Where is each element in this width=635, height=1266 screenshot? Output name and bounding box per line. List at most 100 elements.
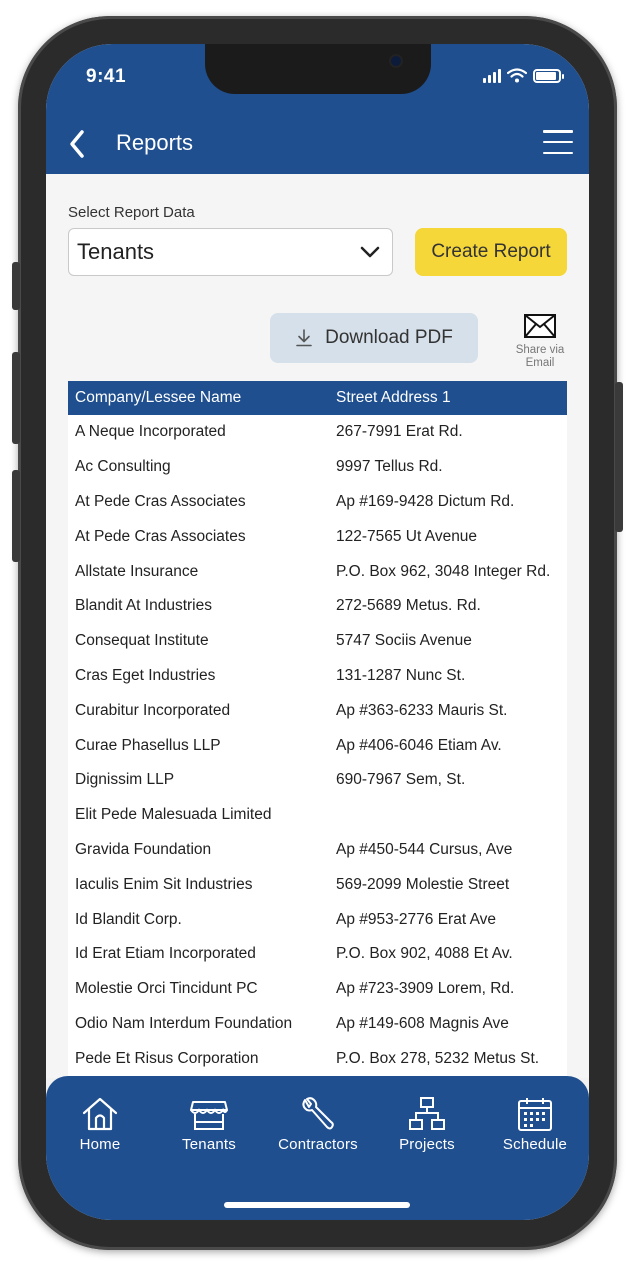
storefront-icon [190, 1101, 228, 1130]
cell-company: At Pede Cras Associates [75, 527, 246, 545]
table-row: Odio Nam Interdum Foundation Ap #149-608 … [68, 1007, 567, 1042]
cellular-signal-icon [483, 68, 501, 83]
tab-home-label: Home [79, 1136, 121, 1153]
tab-tenants-label: Tenants [182, 1136, 236, 1153]
cell-address: 272-5689 Metus. Rd. [336, 597, 481, 615]
share-label-line2: Email [525, 357, 555, 369]
cell-address: Ap #406-6046 Etiam Av. [336, 736, 502, 754]
table-row: A Neque Incorporated 267-7991 Erat Rd. [68, 415, 567, 450]
create-report-button[interactable]: Create Report [415, 228, 567, 276]
cell-company: At Pede Cras Associates [75, 492, 246, 510]
cell-company: Elit Pede Malesuada Limited [75, 806, 272, 824]
cell-company: Allstate Insurance [75, 562, 199, 580]
column-header-company: Company/Lessee Name [75, 389, 242, 406]
wifi-icon [507, 68, 527, 83]
tab-contractors[interactable]: Contractors [268, 1096, 368, 1153]
status-time: 9:41 [86, 66, 127, 87]
screen: 9:41 Reports Select Report Data Tenants … [46, 44, 589, 1220]
table-row: Blandit At Industries 272-5689 Metus. Rd. [68, 589, 567, 624]
status-icons [483, 68, 564, 83]
cell-address: Ap #723-3909 Lorem, Rd. [336, 980, 515, 998]
cell-company: Blandit At Industries [75, 597, 212, 615]
cell-company: Id Blandit Corp. [75, 910, 182, 928]
table-row: Curabitur Incorporated Ap #363-6233 Mauri… [68, 693, 567, 728]
table-row: Id Blandit Corp. Ap #953-2776 Erat Ave [68, 902, 567, 937]
tab-tenants[interactable]: Tenants [159, 1096, 259, 1153]
table-row: Molestie Orci Tincidunt PC Ap #723-3909 L… [68, 972, 567, 1007]
table-row: Cras Eget Industries 131-1287 Nunc St. [68, 659, 567, 694]
org-chart-icon [409, 1097, 445, 1130]
wrench-icon [302, 1097, 334, 1130]
back-chevron-icon[interactable] [64, 126, 92, 162]
cell-address: 690-7967 Sem, St. [336, 771, 466, 789]
table-row: Pede Et Risus Corporation P.O. Box 278, 5… [68, 1041, 567, 1076]
notch [205, 44, 431, 94]
tab-schedule[interactable]: Schedule [485, 1096, 585, 1153]
cell-company: A Neque Incorporated [75, 423, 226, 441]
table-row: Dignissim LLP 690-7967 Sem, St. [68, 763, 567, 798]
cell-address: 131-1287 Nunc St. [336, 666, 466, 684]
table-row: Curae Phasellus LLP Ap #406-6046 Etiam Av… [68, 728, 567, 763]
cell-address: 122-7565 Ut Avenue [336, 527, 478, 545]
share-via-email-button[interactable]: Share via Email [506, 314, 574, 369]
cell-address: 9997 Tellus Rd. [336, 458, 443, 476]
cell-address: P.O. Box 278, 5232 Metus St. [336, 1049, 540, 1067]
hamburger-menu-icon[interactable] [543, 130, 573, 154]
table-row: Iaculis Enim Sit Industries 569-2099 Mole… [68, 867, 567, 902]
select-value: Tenants [77, 239, 155, 264]
cell-address: 5747 Sociis Avenue [336, 632, 472, 650]
cell-company: Ac Consulting [75, 458, 171, 476]
cell-company: Gravida Foundation [75, 840, 212, 858]
table-row: Elit Pede Malesuada Limited [68, 798, 567, 833]
share-label-line1: Share via [515, 344, 565, 356]
page-title: Reports [116, 130, 194, 155]
cell-company: Cras Eget Industries [75, 666, 216, 684]
cell-company: Id Erat Etiam Incorporated [75, 945, 256, 963]
download-pdf-button[interactable]: Download PDF [270, 313, 478, 363]
cell-company: Consequat Institute [75, 632, 209, 650]
table-body: A Neque Incorporated 267-7991 Erat Rd. Ac… [68, 415, 567, 1076]
cell-company: Curabitur Incorporated [75, 701, 231, 719]
cell-address: P.O. Box 902, 4088 Et Av. [336, 945, 513, 963]
report-data-select[interactable]: Tenants [68, 228, 393, 276]
tab-projects[interactable]: Projects [377, 1096, 477, 1153]
table-row: Gravida Foundation Ap #450-544 Cursus, Av… [68, 833, 567, 868]
cell-address: Ap #363-6233 Mauris St. [336, 701, 508, 719]
front-camera [389, 54, 403, 68]
select-report-label: Select Report Data [68, 204, 195, 221]
report-content: Select Report Data Tenants Create Report… [46, 174, 589, 1078]
cell-address: 267-7991 Erat Rd. [336, 423, 463, 441]
envelope-icon [524, 314, 556, 338]
table-row: Ac Consulting 9997 Tellus Rd. [68, 450, 567, 485]
table-row: At Pede Cras Associates 122-7565 Ut Avenu… [68, 519, 567, 554]
table-row: At Pede Cras Associates Ap #169-9428 Dict… [68, 485, 567, 520]
table-row: Allstate Insurance P.O. Box 962, 3048 Int… [68, 554, 567, 589]
cell-address: Ap #169-9428 Dictum Rd. [336, 492, 515, 510]
table-row: Consequat Institute 5747 Sociis Avenue [68, 624, 567, 659]
mute-switch [12, 262, 20, 310]
cell-company: Pede Et Risus Corporation [75, 1049, 259, 1067]
volume-down-button [12, 470, 20, 562]
cell-company: Iaculis Enim Sit Industries [75, 875, 253, 893]
download-icon [296, 329, 312, 347]
tab-home[interactable]: Home [50, 1096, 150, 1153]
cell-company: Molestie Orci Tincidunt PC [75, 980, 258, 998]
home-indicator [224, 1202, 410, 1208]
volume-up-button [12, 352, 20, 444]
table-header: Company/Lessee Name Street Address 1 [68, 381, 567, 415]
tab-schedule-label: Schedule [502, 1136, 568, 1153]
tab-contractors-label: Contractors [278, 1136, 358, 1153]
tab-projects-label: Projects [399, 1136, 455, 1153]
cell-company: Odio Nam Interdum Foundation [75, 1014, 293, 1032]
chevron-down-icon [360, 246, 380, 258]
cell-address: Ap #450-544 Cursus, Ave [336, 840, 513, 858]
battery-icon [533, 68, 564, 83]
download-label: Download PDF [325, 327, 453, 348]
calendar-icon [518, 1098, 552, 1131]
cell-address: Ap #149-608 Magnis Ave [336, 1014, 509, 1032]
column-header-address: Street Address 1 [336, 389, 451, 406]
table-row: Id Erat Etiam Incorporated P.O. Box 902, … [68, 937, 567, 972]
cell-address: Ap #953-2776 Erat Ave [336, 910, 497, 928]
bottom-tab-bar: Home Tenants Contractors Projects Schedu… [46, 1076, 589, 1220]
cell-address: P.O. Box 962, 3048 Integer Rd. [336, 562, 551, 580]
